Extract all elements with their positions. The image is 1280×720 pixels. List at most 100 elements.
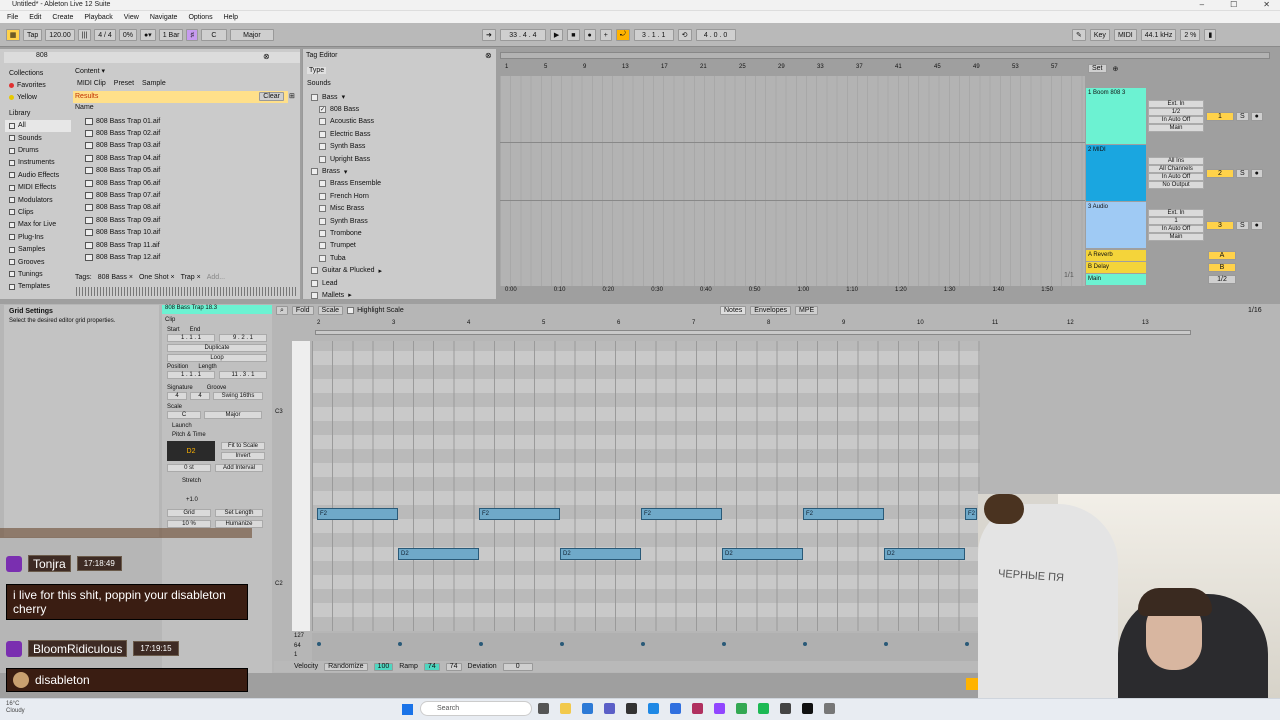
velocity-lane[interactable]: 127 64 1 bbox=[294, 633, 980, 661]
file-item[interactable]: 808 Bass Trap 02.aif bbox=[73, 127, 300, 139]
checkbox[interactable] bbox=[311, 279, 318, 287]
signature-numerator[interactable]: 4 bbox=[167, 392, 187, 400]
track-midi[interactable]: 2 MIDI All Ins All Channels In Auto Off … bbox=[1086, 145, 1280, 201]
collection-yellow[interactable]: Yellow bbox=[5, 92, 71, 104]
store-icon[interactable] bbox=[648, 703, 659, 714]
file-item[interactable]: 808 Bass Trap 11.aif bbox=[73, 239, 300, 251]
overview-scrollbar[interactable] bbox=[500, 52, 1270, 59]
input-channel-select[interactable]: 1/2 bbox=[1148, 108, 1204, 116]
mallets-group[interactable]: Mallets ▸ bbox=[307, 289, 492, 301]
guitar-group[interactable]: Guitar & Plucked ▸ bbox=[307, 264, 492, 276]
piano-roll[interactable]: F2 F2 F2 F2 F2 D2 D2 D2 D2 bbox=[312, 341, 980, 631]
record-mode-icon[interactable]: ●▾ bbox=[139, 29, 156, 41]
randomize-button[interactable]: Randomize bbox=[324, 662, 368, 671]
output-select[interactable]: Main bbox=[1148, 233, 1204, 241]
track-number[interactable]: B bbox=[1208, 262, 1236, 272]
file-item[interactable]: 808 Bass Trap 07.aif bbox=[73, 189, 300, 201]
loop-icon[interactable]: ⟲ bbox=[677, 29, 692, 41]
velocity-marker[interactable] bbox=[479, 642, 483, 646]
checkbox[interactable] bbox=[319, 130, 326, 138]
automation-arm-icon[interactable]: ⤾ bbox=[615, 29, 630, 41]
type-tab[interactable]: Type bbox=[307, 67, 327, 74]
arm-icon[interactable]: ● bbox=[1250, 168, 1263, 178]
waveform-preview[interactable] bbox=[76, 287, 296, 296]
monitor-switch[interactable]: In Auto Off bbox=[1148, 225, 1204, 233]
library-audio-effects[interactable]: Audio Effects bbox=[5, 169, 71, 181]
tag-chip[interactable]: One Shot × bbox=[139, 274, 175, 281]
tag-808-bass[interactable]: ✓ 808 Bass bbox=[307, 103, 492, 115]
sounds-heading[interactable]: Sounds bbox=[307, 80, 331, 87]
song-position[interactable]: 33 . 4 . 4 bbox=[499, 29, 546, 41]
close-icon[interactable]: ✕ bbox=[1263, 0, 1270, 9]
time-ruler[interactable]: 0:00 0:10 0:20 0:30 0:40 0:50 1:00 1:10 1:20 1:30… bbox=[500, 286, 1085, 296]
plus-icon[interactable]: ⊕ bbox=[1113, 65, 1119, 73]
monitor-switch[interactable]: In Auto Off bbox=[1148, 116, 1204, 124]
scale-select[interactable]: Major bbox=[229, 29, 274, 41]
midi-note[interactable]: D2 bbox=[722, 548, 803, 560]
settings-icon[interactable] bbox=[824, 703, 835, 714]
outlook-icon[interactable] bbox=[670, 703, 681, 714]
checkbox[interactable] bbox=[311, 93, 318, 101]
file-item[interactable]: 808 Bass Trap 12.aif bbox=[73, 251, 300, 263]
checkbox[interactable] bbox=[319, 180, 326, 188]
tab-mpe[interactable]: MPE bbox=[795, 306, 819, 315]
record-icon[interactable]: ● bbox=[583, 29, 596, 41]
arm-icon[interactable]: ● bbox=[1250, 111, 1263, 121]
tag-upright-bass[interactable]: Upright Bass bbox=[307, 153, 492, 165]
main-track[interactable]: Main 1/2 bbox=[1086, 273, 1280, 285]
humanize-amount[interactable]: 10 % bbox=[167, 520, 211, 528]
tag-misc-brass[interactable]: Misc Brass bbox=[307, 203, 492, 215]
library-samples[interactable]: Samples bbox=[5, 243, 71, 255]
key-map-button[interactable]: Key bbox=[1089, 29, 1110, 41]
set-length-button[interactable]: Set Length bbox=[215, 509, 263, 517]
search-icon[interactable]: ⌕ bbox=[276, 306, 288, 315]
velocity-marker[interactable] bbox=[560, 642, 564, 646]
checkbox[interactable] bbox=[311, 168, 318, 176]
track-boom-808[interactable]: 1 Boom 808 3 Ext. In 1/2 In Auto Off Mai… bbox=[1086, 88, 1280, 144]
track-name[interactable]: 2 MIDI bbox=[1086, 145, 1146, 201]
start-field[interactable]: 1 . 1 . 1 bbox=[167, 334, 215, 342]
loop-brace[interactable] bbox=[315, 330, 1191, 335]
tag-trombone[interactable]: Trombone bbox=[307, 227, 492, 239]
track-name[interactable]: A Reverb bbox=[1086, 249, 1146, 261]
length-field[interactable]: 11 . 3 . 1 bbox=[219, 371, 267, 379]
library-clips[interactable]: Clips bbox=[5, 206, 71, 218]
library-midi-effects[interactable]: MIDI Effects bbox=[5, 182, 71, 194]
track-name[interactable]: Main bbox=[1086, 273, 1146, 285]
clip-name[interactable]: 808 Bass Trap 18.3 bbox=[162, 305, 272, 314]
midi-note[interactable]: F2 bbox=[479, 508, 560, 520]
teams-icon[interactable] bbox=[604, 703, 615, 714]
fold-button[interactable]: Fold bbox=[291, 306, 314, 315]
start-icon[interactable] bbox=[402, 704, 413, 715]
overdub-icon[interactable]: + bbox=[599, 29, 612, 41]
tab-notes[interactable]: Notes bbox=[720, 306, 747, 315]
transpose-field[interactable]: 0 st bbox=[167, 464, 211, 472]
velocity-marker[interactable] bbox=[965, 642, 969, 646]
file-item[interactable]: 808 Bass Trap 09.aif bbox=[73, 214, 300, 226]
fit-to-scale-button[interactable]: Fit to Scale bbox=[221, 442, 265, 450]
invert-button[interactable]: Invert bbox=[221, 452, 265, 460]
velocity-marker[interactable] bbox=[641, 642, 645, 646]
tag-synth-bass[interactable]: Synth Bass bbox=[307, 141, 492, 153]
grid-select[interactable]: Grid bbox=[167, 509, 211, 517]
return-track-delay[interactable]: B Delay B bbox=[1086, 261, 1280, 273]
input-type-select[interactable]: Ext. In bbox=[1148, 100, 1204, 108]
collection-favorites[interactable]: Favorites bbox=[5, 79, 71, 91]
launch-section[interactable]: Launch bbox=[162, 423, 272, 429]
bass-group[interactable]: Bass ▾ bbox=[307, 91, 492, 103]
midi-note[interactable]: D2 bbox=[560, 548, 641, 560]
tap-button[interactable]: Tap bbox=[23, 29, 43, 41]
scale-icon[interactable]: ♯ bbox=[186, 29, 198, 41]
library-all[interactable]: All bbox=[5, 119, 71, 132]
signature-field[interactable]: 4 / 4 bbox=[94, 29, 116, 41]
library-plug-ins[interactable]: Plug-Ins bbox=[5, 231, 71, 243]
ableton-icon[interactable] bbox=[802, 703, 813, 714]
chrome-icon[interactable] bbox=[736, 703, 747, 714]
app-icon[interactable] bbox=[626, 703, 637, 714]
taskbar-search[interactable]: Search bbox=[420, 701, 532, 716]
play-icon[interactable]: ▶ bbox=[549, 29, 564, 41]
app-icon[interactable] bbox=[692, 703, 703, 714]
input-type-select[interactable]: All Ins bbox=[1148, 157, 1204, 165]
track-number[interactable]: 1/2 bbox=[1208, 274, 1236, 284]
tag-acoustic-bass[interactable]: Acoustic Bass bbox=[307, 116, 492, 128]
